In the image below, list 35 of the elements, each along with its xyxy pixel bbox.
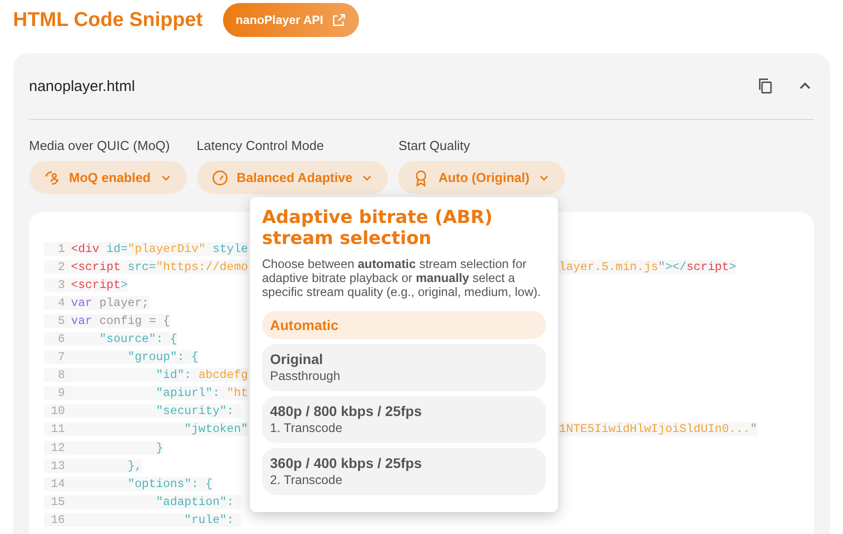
file-name: nanoplayer.html	[29, 78, 136, 94]
gauge-icon	[210, 168, 229, 186]
line-number: 7	[44, 350, 71, 364]
line-number: 2	[44, 260, 71, 274]
arrows-person-icon	[43, 168, 61, 186]
quality-option[interactable]: 480p / 800 kbps / 25fps 1. Transcode	[262, 396, 546, 443]
line-number: 3	[44, 278, 71, 292]
quality-option[interactable]: 360p / 400 kbps / 25fps 2. Transcode	[262, 448, 546, 495]
popover-description: Choose between automatic stream selection for adaptive bitrate playback or manually select a specific stream quality (e.g., original, medium, low).	[262, 257, 542, 299]
setting-dropdown[interactable]: MoQ enabled	[29, 161, 187, 194]
line-number: 14	[44, 476, 71, 491]
setting-label: Start Quality	[398, 138, 471, 153]
line-number: 1	[44, 242, 71, 256]
setting-label: Media over QUIC (MoQ)	[29, 138, 171, 153]
setting-dropdown[interactable]: Auto (Original)	[398, 161, 566, 194]
line-number: 13	[44, 458, 71, 473]
line-number: 8	[44, 368, 71, 382]
section-title: HTML Code Snippet	[13, 8, 203, 32]
popover-title: Adaptive bitrate (ABR) stream selection	[262, 207, 494, 249]
line-number: 15	[44, 494, 71, 509]
setting-label: Latency Control Mode	[196, 138, 325, 153]
line-number: 11	[44, 422, 71, 436]
line-number: 16	[44, 512, 71, 527]
quality-option[interactable]: Original Passthrough	[262, 344, 546, 391]
line-number: 10	[44, 404, 71, 418]
setting-dropdown[interactable]: Balanced Adaptive	[196, 161, 388, 194]
line-number: 5	[44, 314, 71, 328]
line-number: 6	[44, 332, 71, 346]
line-number: 4	[44, 296, 71, 310]
line-number: 9	[44, 386, 71, 400]
quality-option[interactable]: Automatic	[262, 311, 546, 339]
external-link-icon	[331, 12, 348, 28]
line-number: 12	[44, 440, 71, 455]
api-link-button[interactable]: nanoPlayer API	[222, 3, 360, 37]
copy-icon[interactable]	[756, 77, 774, 95]
